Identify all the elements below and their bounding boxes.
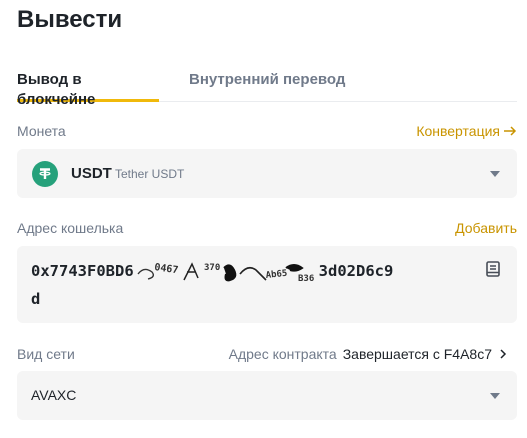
address-book-icon[interactable]	[484, 260, 502, 278]
network-select[interactable]: AVAXC	[17, 371, 517, 420]
arrow-right-icon	[504, 126, 517, 136]
convert-link[interactable]: Конвертация	[416, 123, 517, 139]
svg-text:0467: 0467	[153, 262, 178, 276]
coin-symbol: USDT	[71, 165, 112, 182]
tab-internal-transfer[interactable]: Внутренний перевод	[189, 70, 345, 99]
add-address-link[interactable]: Добавить	[455, 220, 517, 236]
address-start: 0x7743F0BD6	[31, 262, 134, 280]
svg-text:370: 370	[204, 263, 220, 273]
address-masked-captcha: 0467 370 Ab65 B36	[134, 260, 319, 284]
chevron-right-icon	[500, 349, 507, 359]
network-label: Вид сети	[17, 346, 75, 362]
tab-onchain-withdrawal[interactable]: Вывод в блокчейне	[17, 70, 159, 108]
contract-address-label: Адрес контракта	[228, 346, 337, 362]
tether-icon	[32, 161, 58, 187]
svg-text:B36: B36	[298, 274, 314, 284]
coin-select[interactable]: USDT Tether USDT	[17, 149, 517, 198]
address-wrap: d	[31, 290, 41, 308]
coin-name: Tether USDT	[115, 167, 185, 181]
chevron-down-icon	[490, 171, 500, 177]
contract-address-link[interactable]: Адрес контракта Завершается с F4A8c7	[229, 346, 509, 362]
network-selected: AVAXC	[31, 387, 77, 403]
withdraw-tabs: Вывод в блокчейне Внутренний перевод	[17, 70, 517, 108]
page-title: Вывести	[17, 6, 123, 33]
wallet-address-field[interactable]: 0x7743F0BD6 0467 370 Ab65 B36 3d02D6c9 d	[17, 246, 517, 323]
address-end: 3d02D6c9	[318, 262, 394, 280]
contract-address-value: Завершается с F4A8c7	[342, 346, 492, 362]
wallet-address-value[interactable]: 0x7743F0BD6 0467 370 Ab65 B36 3d02D6c9 d	[31, 257, 471, 313]
svg-text:Ab65: Ab65	[265, 268, 288, 280]
wallet-address-label: Адрес кошелька	[17, 220, 124, 236]
convert-link-label: Конвертация	[416, 123, 500, 139]
chevron-down-icon	[490, 393, 500, 399]
coin-label: Монета	[17, 123, 66, 139]
